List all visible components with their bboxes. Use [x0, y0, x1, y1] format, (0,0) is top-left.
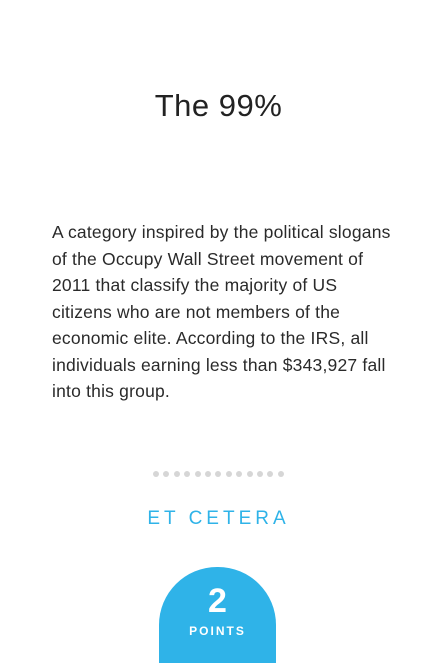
divider-dot	[225, 471, 232, 477]
card-description: A category inspired by the political slo…	[52, 222, 391, 401]
card-title: The 99%	[154, 88, 283, 123]
divider-dot	[267, 471, 274, 477]
category-label: ET CETERA	[147, 508, 290, 529]
divider-dot	[163, 471, 170, 477]
points-value: 2	[208, 582, 227, 620]
divider-dot	[246, 471, 253, 477]
points-badge: 2 POINTS	[159, 567, 276, 663]
divider-dot	[205, 471, 212, 477]
divider-dot	[215, 471, 222, 477]
divider-dot	[277, 471, 284, 477]
points-label: POINTS	[189, 624, 246, 638]
divider-dot	[194, 471, 201, 477]
divider-dot	[236, 471, 243, 477]
card: The 99% A category inspired by the polit…	[0, 0, 437, 663]
divider-dot	[153, 471, 159, 477]
divider-dot	[173, 471, 180, 477]
dotted-divider	[153, 471, 284, 477]
divider-dot	[257, 471, 264, 477]
divider-dot	[184, 471, 191, 477]
